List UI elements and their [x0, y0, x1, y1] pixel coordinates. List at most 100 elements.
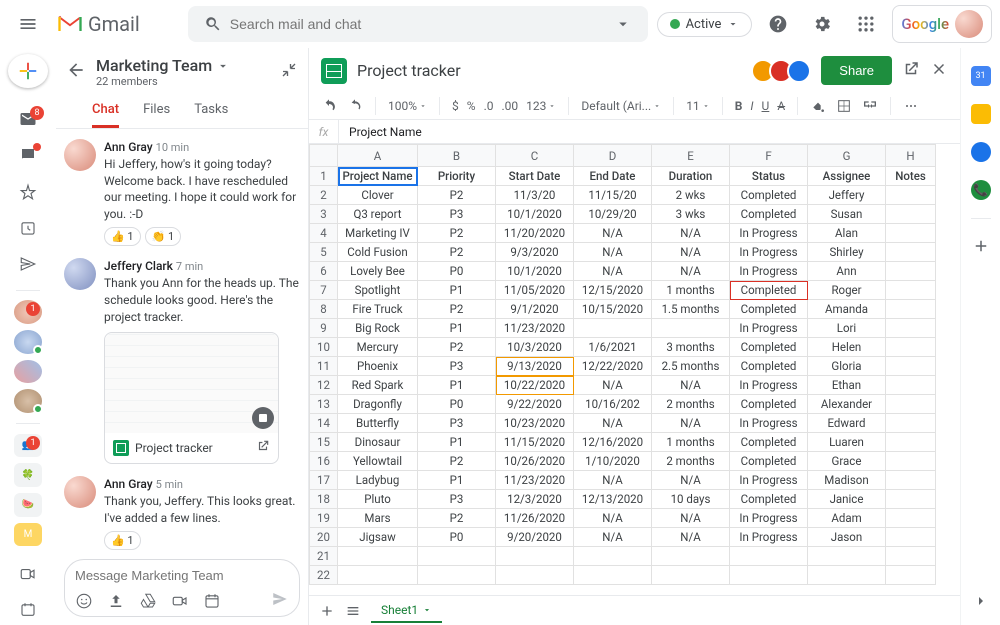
add-sheet-icon[interactable]: [319, 603, 335, 619]
format-percent[interactable]: %: [467, 99, 476, 113]
search-options-icon[interactable]: [614, 15, 632, 33]
formula-value[interactable]: Project Name: [339, 125, 422, 139]
cell[interactable]: Helen: [808, 338, 886, 357]
presence-status[interactable]: Active: [657, 12, 753, 37]
cell[interactable]: [730, 547, 808, 566]
cell[interactable]: 10/29/20: [574, 205, 652, 224]
row-header[interactable]: 9: [310, 319, 338, 338]
send-button[interactable]: [271, 590, 289, 612]
search-input[interactable]: [230, 16, 606, 32]
row-header[interactable]: 3: [310, 205, 338, 224]
search-bar[interactable]: [188, 6, 648, 42]
space-2[interactable]: 🍀: [14, 463, 42, 487]
cell[interactable]: [652, 319, 730, 338]
cell[interactable]: Completed: [730, 205, 808, 224]
cell[interactable]: Adam: [808, 509, 886, 528]
cell[interactable]: Clover: [338, 186, 418, 205]
cell[interactable]: 1/6/2021: [574, 338, 652, 357]
space-1[interactable]: 👥1: [14, 434, 42, 458]
attachment-card[interactable]: Project tracker: [104, 332, 279, 465]
cell[interactable]: In Progress: [730, 243, 808, 262]
cell[interactable]: [886, 566, 936, 585]
cell[interactable]: In Progress: [730, 414, 808, 433]
cell[interactable]: Big Rock: [338, 319, 418, 338]
cell[interactable]: Completed: [730, 357, 808, 376]
main-menu-button[interactable]: [8, 4, 48, 44]
cell[interactable]: [886, 300, 936, 319]
cell[interactable]: Roger NelsonCompleted: [730, 281, 808, 300]
cell[interactable]: P1: [418, 471, 496, 490]
tab-tasks[interactable]: Tasks: [194, 96, 228, 128]
cell[interactable]: Completed: [730, 300, 808, 319]
cell[interactable]: [808, 566, 886, 585]
row-header[interactable]: 1: [310, 167, 338, 186]
dm-person-2[interactable]: [14, 330, 42, 354]
close-button[interactable]: [930, 60, 948, 82]
cell[interactable]: 12/22/2020: [574, 357, 652, 376]
cell[interactable]: P2: [418, 224, 496, 243]
row-header[interactable]: 4: [310, 224, 338, 243]
cell[interactable]: 2 months: [652, 452, 730, 471]
upload-icon[interactable]: [107, 592, 125, 610]
cell[interactable]: In Progress: [730, 376, 808, 395]
cell[interactable]: N/A: [652, 376, 730, 395]
snoozed-nav[interactable]: [10, 213, 46, 243]
cell[interactable]: N/A: [652, 509, 730, 528]
cell[interactable]: Shirley: [808, 243, 886, 262]
cell[interactable]: 11/20/2020: [496, 224, 574, 243]
cell[interactable]: 1 months: [652, 433, 730, 452]
sheet-title[interactable]: Project tracker: [357, 61, 461, 80]
cell[interactable]: [886, 490, 936, 509]
cell[interactable]: Gloria: [808, 357, 886, 376]
row-header[interactable]: 17: [310, 471, 338, 490]
cell[interactable]: P1: [418, 281, 496, 300]
tab-chat[interactable]: Chat: [92, 96, 119, 128]
cell[interactable]: [886, 471, 936, 490]
row-header[interactable]: 11: [310, 357, 338, 376]
spreadsheet-grid[interactable]: ABCDEFGH1Project NamePriorityStart DateE…: [309, 144, 936, 585]
col-header[interactable]: F: [730, 145, 808, 167]
col-header[interactable]: C: [496, 145, 574, 167]
reaction-chip[interactable]: 👏 1: [145, 227, 182, 246]
more-icon[interactable]: [903, 98, 919, 114]
cell[interactable]: Completed: [730, 452, 808, 471]
collaborator-avatars[interactable]: [751, 59, 811, 83]
cell[interactable]: P2: [418, 243, 496, 262]
cell[interactable]: N/A: [574, 224, 652, 243]
cell[interactable]: 3 months: [652, 338, 730, 357]
cell[interactable]: N/A: [652, 243, 730, 262]
cell[interactable]: 11/15/2020: [496, 433, 574, 452]
cell[interactable]: Mercury: [338, 338, 418, 357]
cell[interactable]: [886, 509, 936, 528]
cell[interactable]: [808, 547, 886, 566]
cell[interactable]: P2: [418, 300, 496, 319]
cell[interactable]: In Progress: [730, 528, 808, 547]
cell[interactable]: Amanda: [808, 300, 886, 319]
fill-color-icon[interactable]: [810, 98, 826, 114]
cell[interactable]: Lovely Bee: [338, 262, 418, 281]
row-header[interactable]: 7: [310, 281, 338, 300]
cell[interactable]: In Progress: [730, 262, 808, 281]
cell[interactable]: N/A: [652, 224, 730, 243]
cell[interactable]: [886, 319, 936, 338]
reaction-chip[interactable]: 👍 1: [104, 531, 141, 550]
contacts-addon[interactable]: 📞: [971, 180, 991, 200]
cell[interactable]: Jason: [808, 528, 886, 547]
cell[interactable]: Ladybug: [338, 471, 418, 490]
formula-bar[interactable]: fx Project Name: [309, 120, 960, 144]
collapse-panel-button[interactable]: [973, 593, 989, 613]
cell[interactable]: 11/23/2020: [496, 471, 574, 490]
cell[interactable]: 9/1/2020: [496, 300, 574, 319]
cell[interactable]: 10/23/2020: [496, 414, 574, 433]
meet-nav[interactable]: [10, 558, 46, 588]
cell[interactable]: Janice: [808, 490, 886, 509]
cell[interactable]: [886, 281, 936, 300]
cell[interactable]: In Progress: [730, 509, 808, 528]
account-switcher[interactable]: Google: [892, 5, 992, 43]
underline-button[interactable]: U: [762, 99, 770, 113]
col-header[interactable]: B: [418, 145, 496, 167]
calendar-addon[interactable]: [971, 66, 991, 86]
cell[interactable]: [418, 566, 496, 585]
cell[interactable]: Start Date: [496, 167, 574, 186]
col-header[interactable]: G: [808, 145, 886, 167]
